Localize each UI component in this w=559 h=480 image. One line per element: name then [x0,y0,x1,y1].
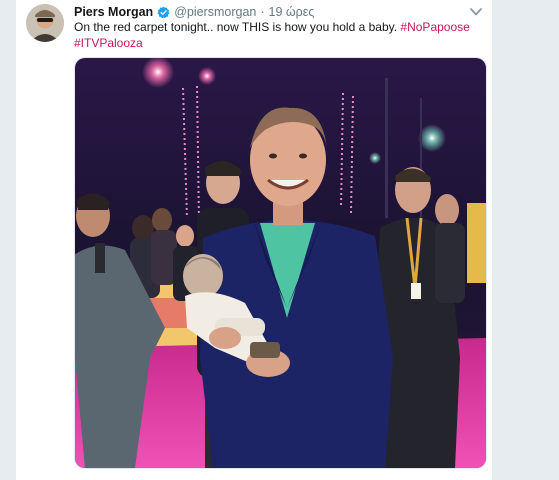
chevron-down-icon[interactable] [469,5,483,17]
photo-image [75,58,486,468]
tweet-text: On the red carpet tonight.. now THIS is … [74,19,484,51]
separator-dot: · [260,5,265,19]
hashtag-nopapoose[interactable]: #NoPapoose [400,20,469,34]
author-name[interactable]: Piers Morgan [74,5,153,19]
tweet-photo[interactable] [74,57,487,469]
verified-badge-icon [157,6,170,19]
avatar[interactable] [26,4,64,42]
tweet-text-main: On the red carpet tonight.. now THIS is … [74,20,401,34]
avatar-image [26,4,64,42]
tweet-timestamp[interactable]: 19 ώρες [269,5,315,19]
tweet-header: Piers Morgan @piersmorgan · 19 ώρες [74,4,314,20]
tweet-card[interactable]: Piers Morgan @piersmorgan · 19 ώρες On t… [16,0,492,480]
author-handle[interactable]: @piersmorgan [174,5,256,19]
hashtag-itvpalooza[interactable]: #ITVPalooza [74,36,143,50]
